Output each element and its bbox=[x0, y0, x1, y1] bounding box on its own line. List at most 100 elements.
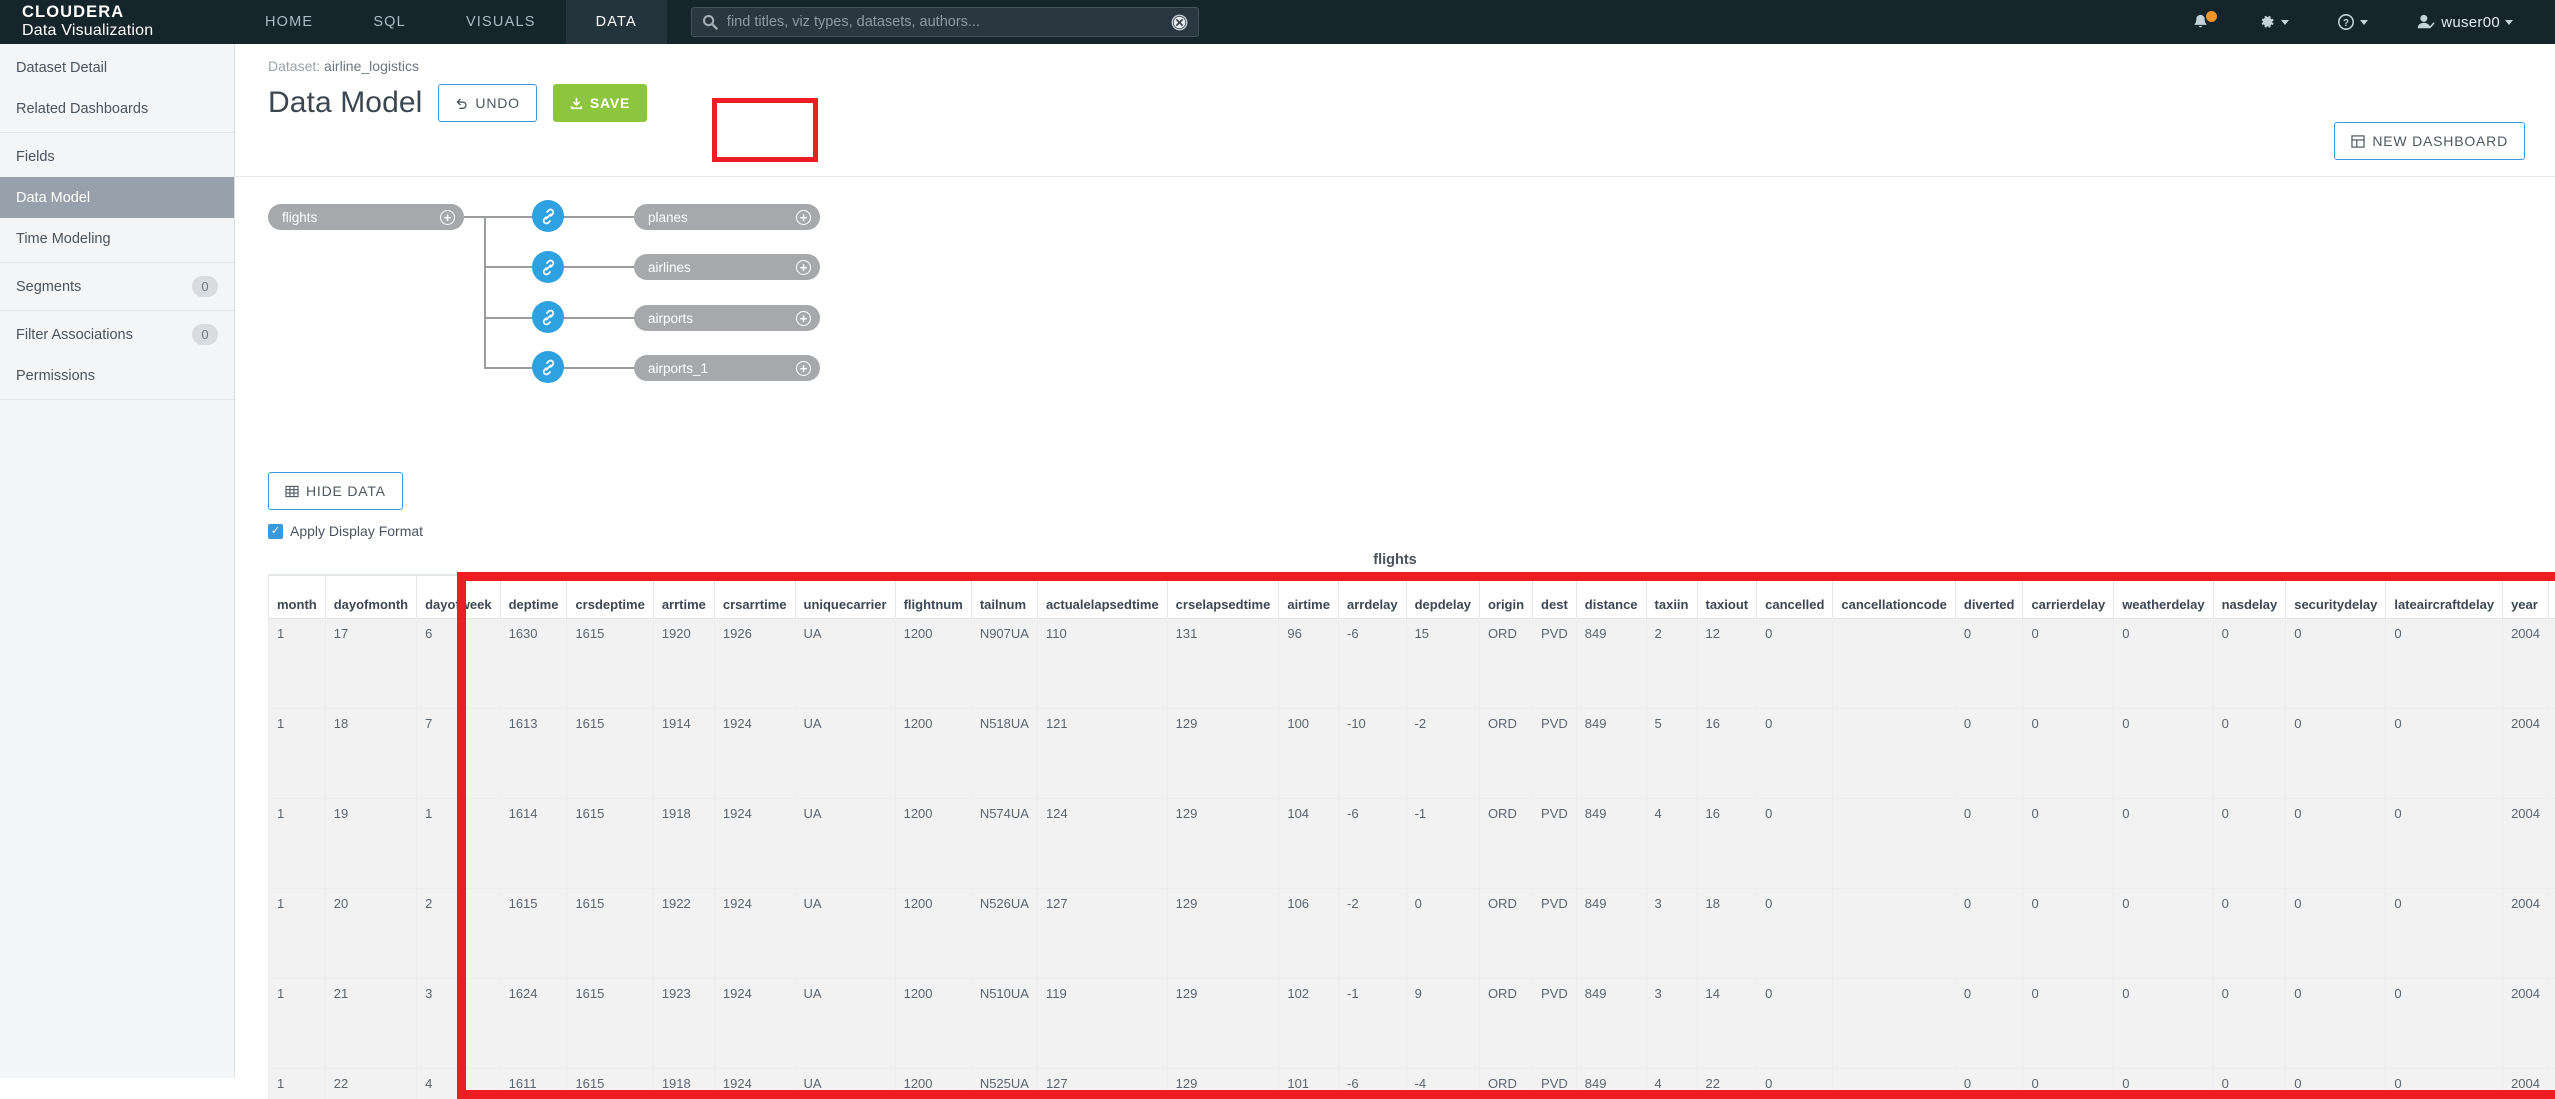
join-icon-airports[interactable] bbox=[532, 301, 564, 333]
column-header[interactable]: depdelay bbox=[1406, 576, 1479, 619]
nav-item-visuals[interactable]: VISUALS bbox=[436, 0, 566, 44]
diagram-node-airports-1[interactable]: airports_1 + bbox=[634, 355, 820, 381]
join-icon-planes[interactable] bbox=[532, 200, 564, 232]
diagram-node-label: airports bbox=[648, 311, 796, 326]
column-header[interactable]: diverted bbox=[1955, 576, 2023, 619]
table-cell: 0 bbox=[2286, 978, 2386, 1068]
settings-menu-button[interactable] bbox=[2234, 0, 2313, 44]
column-header[interactable]: securitydelay bbox=[2286, 576, 2386, 619]
title-row: Data Model UNDO SAVE bbox=[268, 78, 2555, 128]
global-search[interactable]: find titles, viz types, datasets, author… bbox=[691, 7, 1199, 37]
save-button[interactable]: SAVE bbox=[553, 84, 647, 122]
diagram-node-airports[interactable]: airports + bbox=[634, 305, 820, 331]
sidebar-item-label: Time Modeling bbox=[16, 231, 218, 247]
sidebar-item-fields[interactable]: Fields bbox=[0, 136, 234, 177]
table-cell: 129 bbox=[1167, 1068, 1279, 1099]
column-header[interactable]: uniquecarrier bbox=[795, 576, 895, 619]
add-field-icon[interactable]: + bbox=[796, 210, 811, 225]
table-cell: 4 bbox=[1646, 1068, 1697, 1099]
table-cell: UA bbox=[795, 1068, 895, 1099]
undo-button[interactable]: UNDO bbox=[438, 84, 536, 122]
column-header[interactable]: cancellationcode bbox=[1833, 576, 1955, 619]
new-dashboard-button[interactable]: NEW DASHBOARD bbox=[2334, 122, 2525, 160]
column-header[interactable]: planestailnum bbox=[2548, 576, 2555, 619]
diagram-node-flights[interactable]: flights + bbox=[268, 204, 464, 230]
table-cell: N907UA bbox=[971, 618, 1037, 708]
connector-join-0 bbox=[560, 216, 636, 218]
column-header[interactable]: carrierdelay bbox=[2023, 576, 2114, 619]
notifications-button[interactable] bbox=[2167, 0, 2234, 44]
table-cell: 1615 bbox=[567, 618, 653, 708]
apply-display-format-checkbox[interactable]: ✓ bbox=[268, 524, 283, 539]
column-header[interactable]: crsarrtime bbox=[714, 576, 795, 619]
table-row[interactable]: 11911614161519181924UA1200N574UA12412910… bbox=[269, 798, 2555, 888]
column-header[interactable]: crselapsedtime bbox=[1167, 576, 1279, 619]
column-header[interactable]: nasdelay bbox=[2213, 576, 2286, 619]
new-dashboard-wrap: NEW DASHBOARD bbox=[2334, 122, 2525, 160]
column-header[interactable]: month bbox=[269, 576, 326, 619]
nav-item-home[interactable]: HOME bbox=[235, 0, 343, 44]
column-header[interactable]: taxiin bbox=[1646, 576, 1697, 619]
column-header[interactable]: deptime bbox=[500, 576, 567, 619]
sidebar-item-time-modeling[interactable]: Time Modeling bbox=[0, 218, 234, 259]
app-logo[interactable]: CLOUDERA Data Visualization bbox=[0, 4, 235, 39]
connector-join-1 bbox=[560, 266, 636, 268]
column-header[interactable]: crsdeptime bbox=[567, 576, 653, 619]
table-cell: 0 bbox=[2213, 618, 2286, 708]
column-header[interactable]: arrtime bbox=[653, 576, 714, 619]
table-row[interactable]: 12131624161519231924UA1200N510UA11912910… bbox=[269, 978, 2555, 1068]
table-cell: 1 bbox=[269, 708, 326, 798]
diagram-node-airlines[interactable]: airlines + bbox=[634, 254, 820, 280]
column-header[interactable]: lateaircraftdelay bbox=[2386, 576, 2503, 619]
column-header[interactable]: airtime bbox=[1279, 576, 1339, 619]
sidebar-item-segments[interactable]: Segments 0 bbox=[0, 266, 234, 307]
column-header[interactable]: dest bbox=[1533, 576, 1577, 619]
table-row[interactable]: 11761630161519201926UA1200N907UA11013196… bbox=[269, 618, 2555, 708]
column-header[interactable]: origin bbox=[1479, 576, 1532, 619]
data-table-scroll-container[interactable]: monthdayofmonthdayofweekdeptimecrsdeptim… bbox=[268, 574, 2555, 1099]
notification-badge bbox=[2206, 11, 2217, 22]
sidebar-item-data-model[interactable]: Data Model bbox=[0, 177, 234, 218]
add-field-icon[interactable]: + bbox=[796, 260, 811, 275]
chevron-down-icon bbox=[2360, 20, 2368, 25]
join-icon-airlines[interactable] bbox=[532, 251, 564, 283]
nav-item-data[interactable]: DATA bbox=[566, 0, 667, 44]
column-header[interactable]: distance bbox=[1576, 576, 1646, 619]
column-header[interactable]: arrdelay bbox=[1338, 576, 1406, 619]
add-field-icon[interactable]: + bbox=[796, 361, 811, 376]
search-input[interactable]: find titles, viz types, datasets, author… bbox=[727, 14, 1171, 30]
column-header[interactable]: year bbox=[2503, 576, 2549, 619]
add-field-icon[interactable]: + bbox=[796, 311, 811, 326]
column-header[interactable]: dayofweek bbox=[417, 576, 500, 619]
table-cell: 1615 bbox=[567, 978, 653, 1068]
table-cell: 4 bbox=[1646, 798, 1697, 888]
hide-data-button[interactable]: HIDE DATA bbox=[268, 472, 403, 510]
table-cell: 3 bbox=[1646, 888, 1697, 978]
table-row[interactable]: 11871613161519141924UA1200N518UA12112910… bbox=[269, 708, 2555, 798]
column-header[interactable]: tailnum bbox=[971, 576, 1037, 619]
apply-display-format-row[interactable]: ✓ Apply Display Format bbox=[268, 523, 423, 539]
sidebar-item-permissions[interactable]: Permissions bbox=[0, 355, 234, 396]
table-row[interactable]: 12241611161519181924UA1200N525UA12712910… bbox=[269, 1068, 2555, 1099]
table-row[interactable]: 12021615161519221924UA1200N526UA12712910… bbox=[269, 888, 2555, 978]
help-menu-button[interactable]: ? bbox=[2313, 0, 2392, 44]
nav-item-sql[interactable]: SQL bbox=[343, 0, 436, 44]
table-cell: 18 bbox=[325, 708, 416, 798]
sidebar-item-filter-associations[interactable]: Filter Associations 0 bbox=[0, 314, 234, 355]
sidebar-item-dataset-detail[interactable]: Dataset Detail bbox=[0, 47, 234, 88]
join-icon-airports-1[interactable] bbox=[532, 351, 564, 383]
diagram-node-planes[interactable]: planes + bbox=[634, 204, 820, 230]
table-cell: N510UA bbox=[971, 978, 1037, 1068]
clear-search-icon[interactable] bbox=[1171, 14, 1188, 31]
table-cell: 0 bbox=[1955, 618, 2023, 708]
sidebar-item-related-dashboards[interactable]: Related Dashboards bbox=[0, 88, 234, 129]
column-header[interactable]: dayofmonth bbox=[325, 576, 416, 619]
column-header[interactable]: cancelled bbox=[1757, 576, 1833, 619]
add-field-icon[interactable]: + bbox=[440, 210, 455, 225]
column-header[interactable]: actualelapsedtime bbox=[1037, 576, 1167, 619]
column-header[interactable]: flightnum bbox=[895, 576, 971, 619]
table-cell: 0 bbox=[2023, 978, 2114, 1068]
column-header[interactable]: taxiout bbox=[1697, 576, 1757, 619]
user-menu-button[interactable]: wuser00 bbox=[2392, 0, 2537, 44]
column-header[interactable]: weatherdelay bbox=[2114, 576, 2213, 619]
